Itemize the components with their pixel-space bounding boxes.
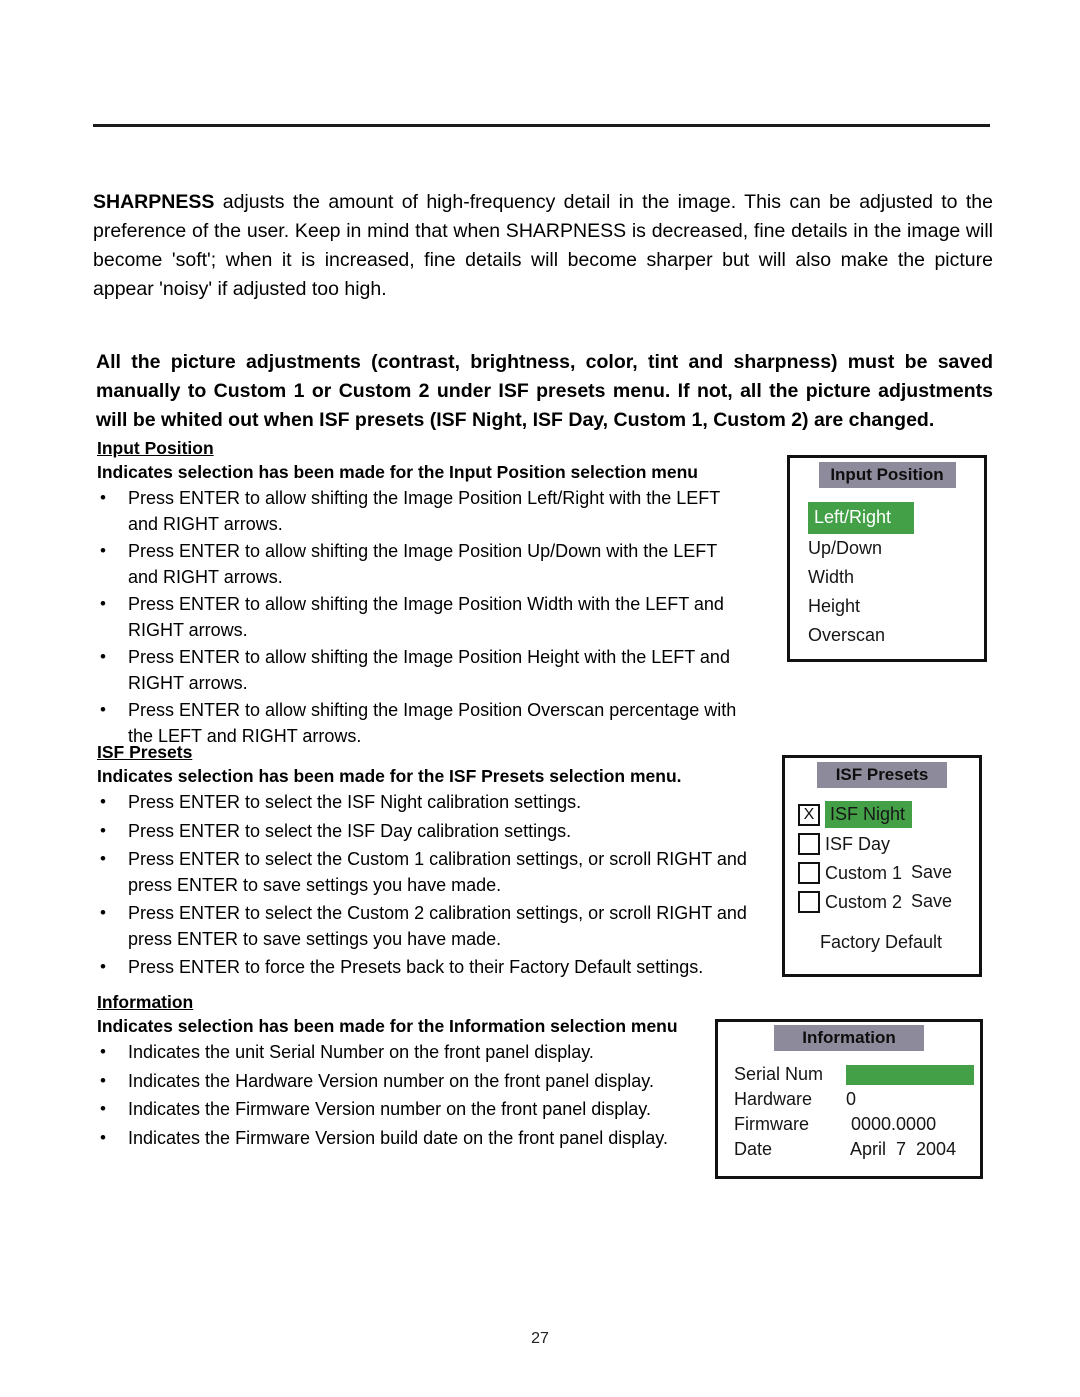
osd-menu-list: X ISF Night ISF Day Custom 1 Save Custom…: [785, 801, 979, 953]
list-item: Indicates the unit Serial Number on the …: [97, 1039, 697, 1066]
section-isf-presets: ISF Presets Indicates selection has been…: [97, 741, 747, 984]
checkbox-icon[interactable]: X: [798, 803, 820, 826]
osd-title-bar: Information: [774, 1025, 924, 1051]
list-item: Press ENTER to select the Custom 2 calib…: [97, 900, 747, 952]
osd-menu-item-custom-1[interactable]: Custom 1 Save: [798, 859, 979, 886]
section-input-position: Input Position Indicates selection has b…: [97, 437, 737, 751]
list-item: Press ENTER to select the ISF Day calibr…: [97, 818, 747, 845]
osd-menu-item-custom-2[interactable]: Custom 2 Save: [798, 888, 979, 915]
osd-menu-item-factory-default[interactable]: Factory Default: [798, 932, 979, 953]
info-value: April 7 2004: [846, 1139, 957, 1159]
list-item: Press ENTER to select the ISF Night cali…: [97, 789, 747, 816]
list-item: Press ENTER to allow shifting the Image …: [97, 591, 737, 643]
osd-panel-input-position: Input Position Left/Right Up/Down Width …: [787, 455, 987, 662]
osd-menu-item-isf-day[interactable]: ISF Day: [798, 830, 979, 857]
list-item: Indicates the Hardware Version number on…: [97, 1068, 697, 1095]
osd-panel-isf-presets: ISF Presets X ISF Night ISF Day Custom 1…: [782, 755, 982, 977]
serial-num-value-bar: [846, 1064, 974, 1085]
info-label: Hardware: [734, 1089, 813, 1109]
info-label: Firmware: [734, 1114, 809, 1134]
osd-menu-list: Left/Right Up/Down Width Height Overscan: [790, 502, 984, 650]
bullet-list: Press ENTER to select the ISF Night cali…: [97, 789, 747, 981]
notice-paragraph: All the picture adjustments (contrast, b…: [96, 351, 993, 431]
osd-title-bar: ISF Presets: [817, 762, 947, 788]
intro-paragraph: SHARPNESS adjusts the amount of high-fre…: [93, 188, 993, 304]
list-item: Press ENTER to allow shifting the Image …: [97, 485, 737, 537]
list-item: Press ENTER to allow shifting the Image …: [97, 538, 737, 590]
list-item: Indicates the Firmware Version number on…: [97, 1096, 697, 1123]
osd-menu-item-label: Custom 1: [825, 862, 903, 883]
section-subheading: Indicates selection has been made for th…: [97, 1016, 678, 1036]
info-row-date: Date April 7 2004: [734, 1137, 980, 1162]
list-item: Indicates the Firmware Version build dat…: [97, 1125, 697, 1152]
info-value: 0000.0000: [846, 1114, 937, 1134]
osd-menu-item-height[interactable]: Height: [808, 592, 984, 621]
save-button[interactable]: Save: [911, 891, 952, 912]
osd-panel-information: Information Serial Num Hardware 0 Firmwa…: [715, 1019, 983, 1179]
section-subheading: Indicates selection has been made for th…: [97, 766, 682, 786]
info-row-firmware: Firmware 0000.0000: [734, 1112, 980, 1137]
osd-menu-item-label: Width: [808, 567, 855, 587]
section-subheading: Indicates selection has been made for th…: [97, 462, 698, 482]
page-number: 27: [531, 1330, 549, 1347]
bullet-list: Indicates the unit Serial Number on the …: [97, 1039, 697, 1152]
intro-lead-term: SHARPNESS: [93, 191, 215, 213]
osd-menu-item-label: Height: [808, 596, 861, 616]
osd-menu-item-left-right[interactable]: Left/Right: [808, 502, 984, 534]
section-information: Information Indicates selection has been…: [97, 991, 697, 1154]
info-row-serial-num: Serial Num: [734, 1062, 980, 1087]
info-label: Serial Num: [734, 1064, 824, 1084]
list-item: Press ENTER to allow shifting the Image …: [97, 644, 737, 696]
bullet-list: Press ENTER to allow shifting the Image …: [97, 485, 737, 749]
osd-menu-item-label: Custom 2: [825, 891, 903, 912]
info-label: Date: [734, 1139, 773, 1159]
checkbox-icon[interactable]: [798, 832, 820, 855]
osd-menu-item-label: ISF Night: [825, 801, 913, 828]
section-heading: Information: [97, 992, 194, 1012]
osd-menu-item-label: Left/Right: [808, 502, 914, 534]
list-item: Press ENTER to force the Presets back to…: [97, 954, 747, 981]
info-value: 0: [846, 1089, 857, 1109]
info-row-hardware: Hardware 0: [734, 1087, 980, 1112]
checkbox-icon[interactable]: [798, 890, 820, 913]
osd-menu-item-overscan[interactable]: Overscan: [808, 621, 984, 650]
osd-menu-item-up-down[interactable]: Up/Down: [808, 534, 984, 563]
intro-body-text: adjusts the amount of high-frequency det…: [93, 191, 993, 300]
osd-menu-item-isf-night[interactable]: X ISF Night: [798, 801, 979, 828]
osd-info-list: Serial Num Hardware 0 Firmware 0000.0000…: [718, 1062, 980, 1162]
body-column: SHARPNESS adjusts the amount of high-fre…: [93, 188, 993, 435]
list-item: Press ENTER to select the Custom 1 calib…: [97, 846, 747, 898]
osd-menu-item-width[interactable]: Width: [808, 563, 984, 592]
section-heading: Input Position: [97, 438, 214, 458]
osd-menu-item-label: ISF Day: [825, 833, 891, 854]
checkbox-icon[interactable]: [798, 861, 820, 884]
section-heading: ISF Presets: [97, 742, 193, 762]
osd-menu-item-label: Up/Down: [808, 538, 883, 558]
header-rule: [93, 124, 990, 127]
osd-menu-item-label: Overscan: [808, 625, 886, 645]
save-button[interactable]: Save: [911, 862, 952, 883]
osd-title-bar: Input Position: [818, 462, 956, 488]
